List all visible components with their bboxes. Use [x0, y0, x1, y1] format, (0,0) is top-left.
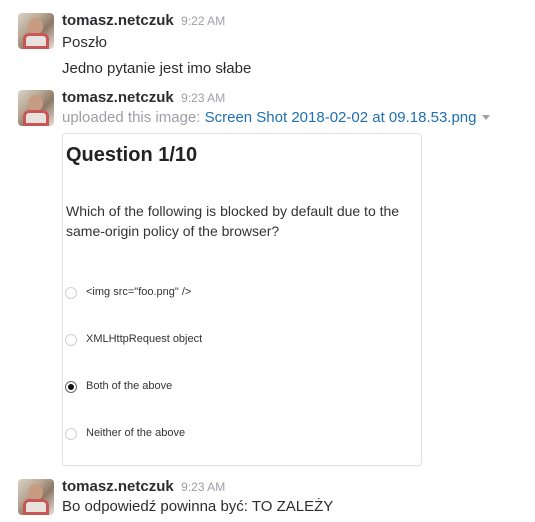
question-title: Question 1/10	[66, 144, 198, 166]
message-text: Jedno pytanie jest imo słabe	[62, 60, 252, 77]
option-label: <img src="foo.png" />	[86, 286, 192, 298]
radio-button	[65, 428, 77, 440]
avatar[interactable]	[18, 479, 54, 515]
timestamp[interactable]: 9:23 AM	[181, 480, 225, 494]
author-name[interactable]: tomasz.netczuk	[62, 12, 174, 29]
upload-prefix: uploaded this image:	[62, 109, 201, 126]
message-header: tomasz.netczuk 9:23 AM	[62, 478, 225, 496]
message-header: tomasz.netczuk 9:23 AM	[62, 89, 225, 107]
option-label: Both of the above	[86, 380, 173, 392]
message-text: Bo odpowiedź powinna być: TO ZALEŻY	[62, 498, 334, 515]
radio-button-checked	[65, 381, 77, 393]
author-name[interactable]: tomasz.netczuk	[62, 478, 174, 495]
question-text: Which of the following is blocked by def…	[66, 203, 400, 239]
upload-line: uploaded this image: Screen Shot 2018-02…	[62, 109, 491, 126]
option-label: XMLHttpRequest object	[86, 333, 203, 345]
timestamp[interactable]: 9:23 AM	[181, 91, 225, 105]
avatar[interactable]	[18, 90, 54, 126]
radio-button	[65, 334, 77, 346]
option-label: Neither of the above	[86, 427, 186, 439]
image-attachment[interactable]: Question 1/10 Which of the following is …	[62, 133, 422, 466]
avatar[interactable]	[18, 13, 54, 49]
timestamp[interactable]: 9:22 AM	[181, 14, 225, 28]
message-text: Poszło	[62, 34, 108, 51]
message-header: tomasz.netczuk 9:22 AM	[62, 12, 225, 30]
file-name-link[interactable]: Screen Shot 2018-02-02 at 09.18.53.png	[205, 109, 477, 126]
caret-down-icon[interactable]	[482, 115, 491, 120]
radio-button	[65, 287, 77, 299]
author-name[interactable]: tomasz.netczuk	[62, 89, 174, 106]
